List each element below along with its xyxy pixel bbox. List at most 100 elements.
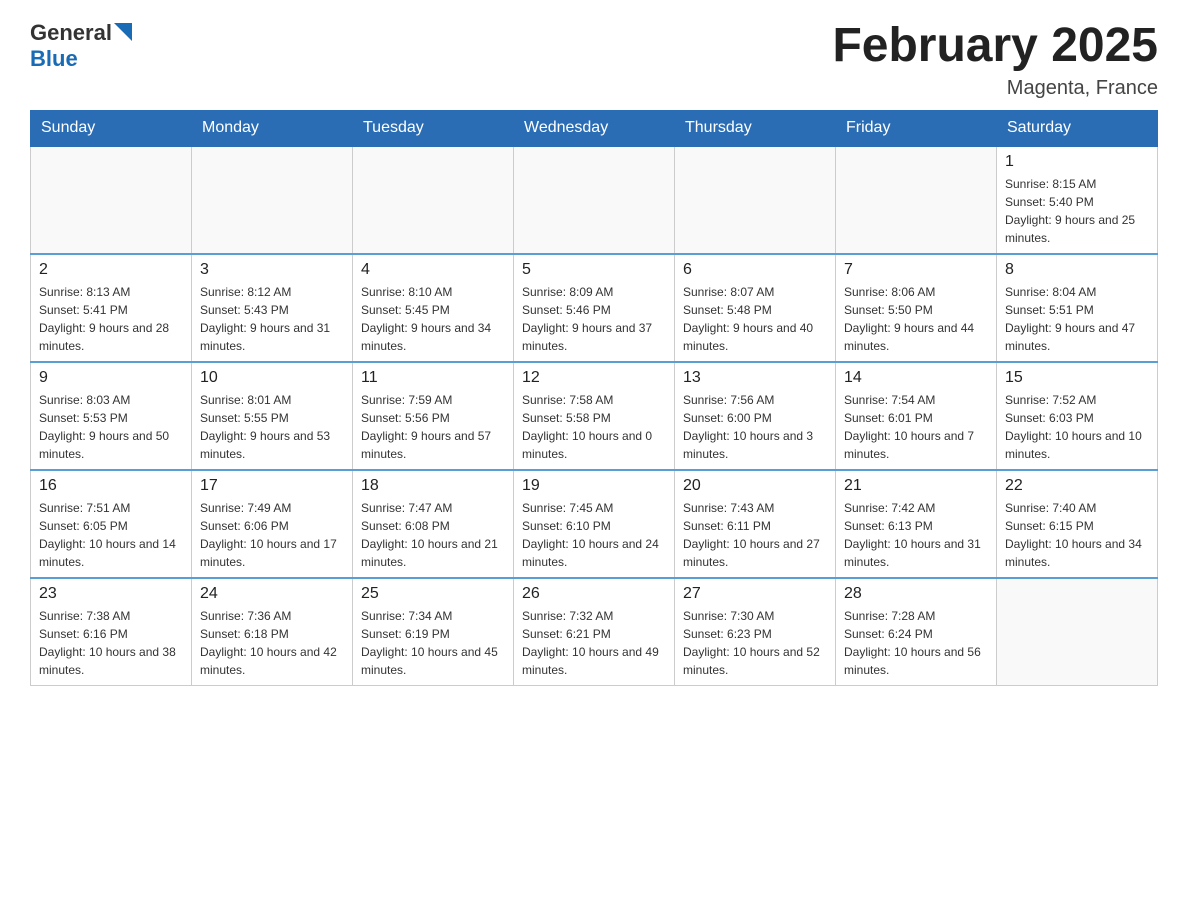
day-number: 2 xyxy=(39,261,183,279)
day-number: 12 xyxy=(522,369,666,387)
calendar-week-row: 2 Sunrise: 8:13 AM Sunset: 5:41 PM Daylig… xyxy=(31,254,1158,362)
day-of-week-header: Sunday xyxy=(31,110,192,146)
calendar-day-cell: 27 Sunrise: 7:30 AM Sunset: 6:23 PM Dayli… xyxy=(675,578,836,686)
day-number: 14 xyxy=(844,369,988,387)
day-of-week-header: Friday xyxy=(836,110,997,146)
day-number: 4 xyxy=(361,261,505,279)
logo-general-text: General xyxy=(30,20,112,46)
day-info: Sunrise: 8:10 AM Sunset: 5:45 PM Dayligh… xyxy=(361,283,505,355)
calendar-day-cell xyxy=(31,146,192,254)
calendar-week-row: 9 Sunrise: 8:03 AM Sunset: 5:53 PM Daylig… xyxy=(31,362,1158,470)
logo-blue-text: Blue xyxy=(30,46,78,71)
day-number: 16 xyxy=(39,477,183,495)
calendar-day-cell: 16 Sunrise: 7:51 AM Sunset: 6:05 PM Dayli… xyxy=(31,470,192,578)
day-number: 1 xyxy=(1005,153,1149,171)
calendar-day-cell: 28Sunrise: 7:28 AM Sunset: 6:24 PM Dayli… xyxy=(836,578,997,686)
calendar-title: February 2025 xyxy=(832,20,1158,73)
day-info: Sunrise: 7:34 AM Sunset: 6:19 PM Dayligh… xyxy=(361,607,505,679)
day-info: Sunrise: 8:15 AM Sunset: 5:40 PM Dayligh… xyxy=(1005,175,1149,247)
day-info: Sunrise: 8:09 AM Sunset: 5:46 PM Dayligh… xyxy=(522,283,666,355)
day-info: Sunrise: 7:51 AM Sunset: 6:05 PM Dayligh… xyxy=(39,499,183,571)
day-of-week-header: Monday xyxy=(192,110,353,146)
calendar-week-row: 23 Sunrise: 7:38 AM Sunset: 6:16 PM Dayli… xyxy=(31,578,1158,686)
day-info: Sunrise: 7:59 AM Sunset: 5:56 PM Dayligh… xyxy=(361,391,505,463)
calendar-day-cell: 24 Sunrise: 7:36 AM Sunset: 6:18 PM Dayli… xyxy=(192,578,353,686)
calendar-day-cell xyxy=(353,146,514,254)
day-info: Sunrise: 8:03 AM Sunset: 5:53 PM Dayligh… xyxy=(39,391,183,463)
calendar-day-cell: 14 Sunrise: 7:54 AM Sunset: 6:01 PM Dayli… xyxy=(836,362,997,470)
calendar-day-cell: 17Sunrise: 7:49 AM Sunset: 6:06 PM Dayli… xyxy=(192,470,353,578)
day-number: 5 xyxy=(522,261,666,279)
calendar-day-cell: 3 Sunrise: 8:12 AM Sunset: 5:43 PM Daylig… xyxy=(192,254,353,362)
calendar-day-cell: 2 Sunrise: 8:13 AM Sunset: 5:41 PM Daylig… xyxy=(31,254,192,362)
day-of-week-header: Thursday xyxy=(675,110,836,146)
calendar-day-cell: 20Sunrise: 7:43 AM Sunset: 6:11 PM Dayli… xyxy=(675,470,836,578)
day-info: Sunrise: 7:32 AM Sunset: 6:21 PM Dayligh… xyxy=(522,607,666,679)
calendar-day-cell: 4 Sunrise: 8:10 AM Sunset: 5:45 PM Daylig… xyxy=(353,254,514,362)
calendar-day-cell: 21 Sunrise: 7:42 AM Sunset: 6:13 PM Dayli… xyxy=(836,470,997,578)
day-info: Sunrise: 7:45 AM Sunset: 6:10 PM Dayligh… xyxy=(522,499,666,571)
calendar-day-cell: 15 Sunrise: 7:52 AM Sunset: 6:03 PM Dayli… xyxy=(997,362,1158,470)
day-number: 10 xyxy=(200,369,344,387)
day-number: 13 xyxy=(683,369,827,387)
day-info: Sunrise: 7:30 AM Sunset: 6:23 PM Dayligh… xyxy=(683,607,827,679)
day-info: Sunrise: 7:40 AM Sunset: 6:15 PM Dayligh… xyxy=(1005,499,1149,571)
day-number: 17 xyxy=(200,477,344,495)
day-number: 18 xyxy=(361,477,505,495)
day-info: Sunrise: 7:52 AM Sunset: 6:03 PM Dayligh… xyxy=(1005,391,1149,463)
day-number: 21 xyxy=(844,477,988,495)
day-number: 25 xyxy=(361,585,505,603)
day-number: 23 xyxy=(39,585,183,603)
day-of-week-header: Wednesday xyxy=(514,110,675,146)
day-number: 11 xyxy=(361,369,505,387)
day-info: Sunrise: 7:58 AM Sunset: 5:58 PM Dayligh… xyxy=(522,391,666,463)
day-info: Sunrise: 7:38 AM Sunset: 6:16 PM Dayligh… xyxy=(39,607,183,679)
day-info: Sunrise: 8:07 AM Sunset: 5:48 PM Dayligh… xyxy=(683,283,827,355)
calendar-day-cell: 19 Sunrise: 7:45 AM Sunset: 6:10 PM Dayli… xyxy=(514,470,675,578)
day-info: Sunrise: 7:42 AM Sunset: 6:13 PM Dayligh… xyxy=(844,499,988,571)
day-info: Sunrise: 8:12 AM Sunset: 5:43 PM Dayligh… xyxy=(200,283,344,355)
calendar-day-cell: 6Sunrise: 8:07 AM Sunset: 5:48 PM Daylig… xyxy=(675,254,836,362)
day-info: Sunrise: 8:06 AM Sunset: 5:50 PM Dayligh… xyxy=(844,283,988,355)
calendar-day-cell: 11 Sunrise: 7:59 AM Sunset: 5:56 PM Dayli… xyxy=(353,362,514,470)
calendar-day-cell: 18 Sunrise: 7:47 AM Sunset: 6:08 PM Dayli… xyxy=(353,470,514,578)
day-number: 27 xyxy=(683,585,827,603)
calendar-day-cell: 23 Sunrise: 7:38 AM Sunset: 6:16 PM Dayli… xyxy=(31,578,192,686)
calendar-day-cell: 5 Sunrise: 8:09 AM Sunset: 5:46 PM Daylig… xyxy=(514,254,675,362)
day-info: Sunrise: 8:04 AM Sunset: 5:51 PM Dayligh… xyxy=(1005,283,1149,355)
day-info: Sunrise: 7:36 AM Sunset: 6:18 PM Dayligh… xyxy=(200,607,344,679)
page-header: General Blue February 2025 Magenta, Fran… xyxy=(30,20,1158,100)
calendar-day-cell: 13 Sunrise: 7:56 AM Sunset: 6:00 PM Dayli… xyxy=(675,362,836,470)
logo-arrow-icon xyxy=(114,23,132,41)
day-info: Sunrise: 8:01 AM Sunset: 5:55 PM Dayligh… xyxy=(200,391,344,463)
day-number: 28 xyxy=(844,585,988,603)
day-number: 24 xyxy=(200,585,344,603)
day-info: Sunrise: 7:47 AM Sunset: 6:08 PM Dayligh… xyxy=(361,499,505,571)
day-of-week-header: Tuesday xyxy=(353,110,514,146)
day-info: Sunrise: 7:54 AM Sunset: 6:01 PM Dayligh… xyxy=(844,391,988,463)
calendar-day-cell: 12 Sunrise: 7:58 AM Sunset: 5:58 PM Dayli… xyxy=(514,362,675,470)
calendar-day-cell: 10 Sunrise: 8:01 AM Sunset: 5:55 PM Dayli… xyxy=(192,362,353,470)
calendar-week-row: 16 Sunrise: 7:51 AM Sunset: 6:05 PM Dayli… xyxy=(31,470,1158,578)
calendar-table: SundayMondayTuesdayWednesdayThursdayFrid… xyxy=(30,110,1158,686)
day-number: 19 xyxy=(522,477,666,495)
calendar-day-cell: 25 Sunrise: 7:34 AM Sunset: 6:19 PM Dayli… xyxy=(353,578,514,686)
day-number: 3 xyxy=(200,261,344,279)
day-info: Sunrise: 7:56 AM Sunset: 6:00 PM Dayligh… xyxy=(683,391,827,463)
day-number: 8 xyxy=(1005,261,1149,279)
calendar-day-cell xyxy=(192,146,353,254)
day-of-week-header: Saturday xyxy=(997,110,1158,146)
calendar-week-row: 1 Sunrise: 8:15 AM Sunset: 5:40 PM Daylig… xyxy=(31,146,1158,254)
title-block: February 2025 Magenta, France xyxy=(832,20,1158,100)
day-number: 15 xyxy=(1005,369,1149,387)
calendar-day-cell: 8 Sunrise: 8:04 AM Sunset: 5:51 PM Daylig… xyxy=(997,254,1158,362)
day-number: 22 xyxy=(1005,477,1149,495)
calendar-day-cell xyxy=(997,578,1158,686)
calendar-day-cell: 22 Sunrise: 7:40 AM Sunset: 6:15 PM Dayli… xyxy=(997,470,1158,578)
calendar-day-cell xyxy=(675,146,836,254)
day-info: Sunrise: 7:43 AM Sunset: 6:11 PM Dayligh… xyxy=(683,499,827,571)
logo: General Blue xyxy=(30,20,132,72)
day-info: Sunrise: 8:13 AM Sunset: 5:41 PM Dayligh… xyxy=(39,283,183,355)
day-number: 9 xyxy=(39,369,183,387)
calendar-day-cell: 7Sunrise: 8:06 AM Sunset: 5:50 PM Daylig… xyxy=(836,254,997,362)
